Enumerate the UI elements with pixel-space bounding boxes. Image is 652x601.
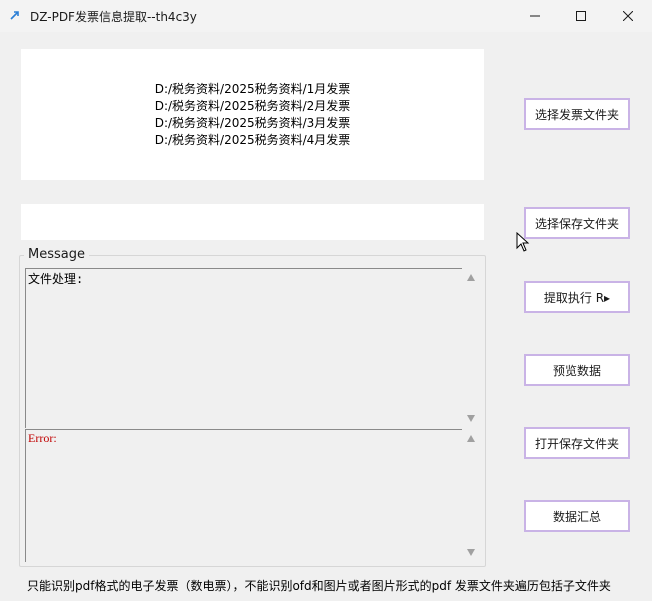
folder-path: D:/税务资料/2025税务资料/2月发票	[154, 99, 351, 113]
save-folder-field[interactable]	[21, 204, 484, 240]
process-log-scrollbar[interactable]	[463, 268, 480, 428]
extract-execute-button[interactable]: 提取执行 R▸	[524, 281, 630, 313]
scroll-down-arrow-icon[interactable]	[467, 415, 475, 422]
mouse-cursor-icon	[516, 232, 530, 252]
footer-note: 只能识别pdf格式的电子发票（数电票），不能识别ofd和图片或者图片形式的pdf…	[27, 579, 611, 593]
minimize-button[interactable]	[512, 0, 558, 32]
message-group-label: Message	[24, 247, 89, 262]
select-invoice-folder-button[interactable]: 选择发票文件夹	[524, 98, 630, 130]
scroll-down-arrow-icon[interactable]	[467, 549, 475, 556]
app-icon	[10, 11, 19, 20]
select-save-folder-button[interactable]: 选择保存文件夹	[524, 207, 630, 239]
maximize-button[interactable]	[558, 0, 604, 32]
minimize-icon	[530, 15, 540, 17]
close-button[interactable]	[605, 0, 651, 32]
scroll-up-arrow-icon[interactable]	[467, 435, 475, 442]
scroll-up-arrow-icon[interactable]	[467, 274, 475, 281]
error-log-area[interactable]: Error:	[25, 429, 462, 562]
error-log-text: Error:	[28, 431, 57, 445]
title-bar: DZ-PDF发票信息提取--th4c3y	[0, 0, 652, 32]
maximize-icon	[576, 11, 586, 21]
preview-data-button[interactable]: 预览数据	[524, 354, 630, 386]
folder-path-lines: D:/税务资料/2025税务资料/1月发票 D:/税务资料/2025税务资料/2…	[21, 81, 484, 149]
error-log-scrollbar[interactable]	[463, 429, 480, 562]
window-title: DZ-PDF发票信息提取--th4c3y	[30, 10, 197, 24]
folder-path: D:/税务资料/2025税务资料/4月发票	[154, 133, 351, 147]
open-save-folder-button[interactable]: 打开保存文件夹	[524, 427, 630, 459]
folder-path: D:/税务资料/2025税务资料/3月发票	[154, 116, 351, 130]
invoice-folder-list[interactable]: D:/税务资料/2025税务资料/1月发票 D:/税务资料/2025税务资料/2…	[21, 49, 484, 180]
data-summary-button[interactable]: 数据汇总	[524, 500, 630, 532]
close-icon	[623, 11, 633, 21]
folder-path: D:/税务资料/2025税务资料/1月发票	[154, 82, 351, 96]
process-log-text: 文件处理:	[28, 272, 84, 286]
process-log-area[interactable]: 文件处理:	[25, 268, 462, 428]
